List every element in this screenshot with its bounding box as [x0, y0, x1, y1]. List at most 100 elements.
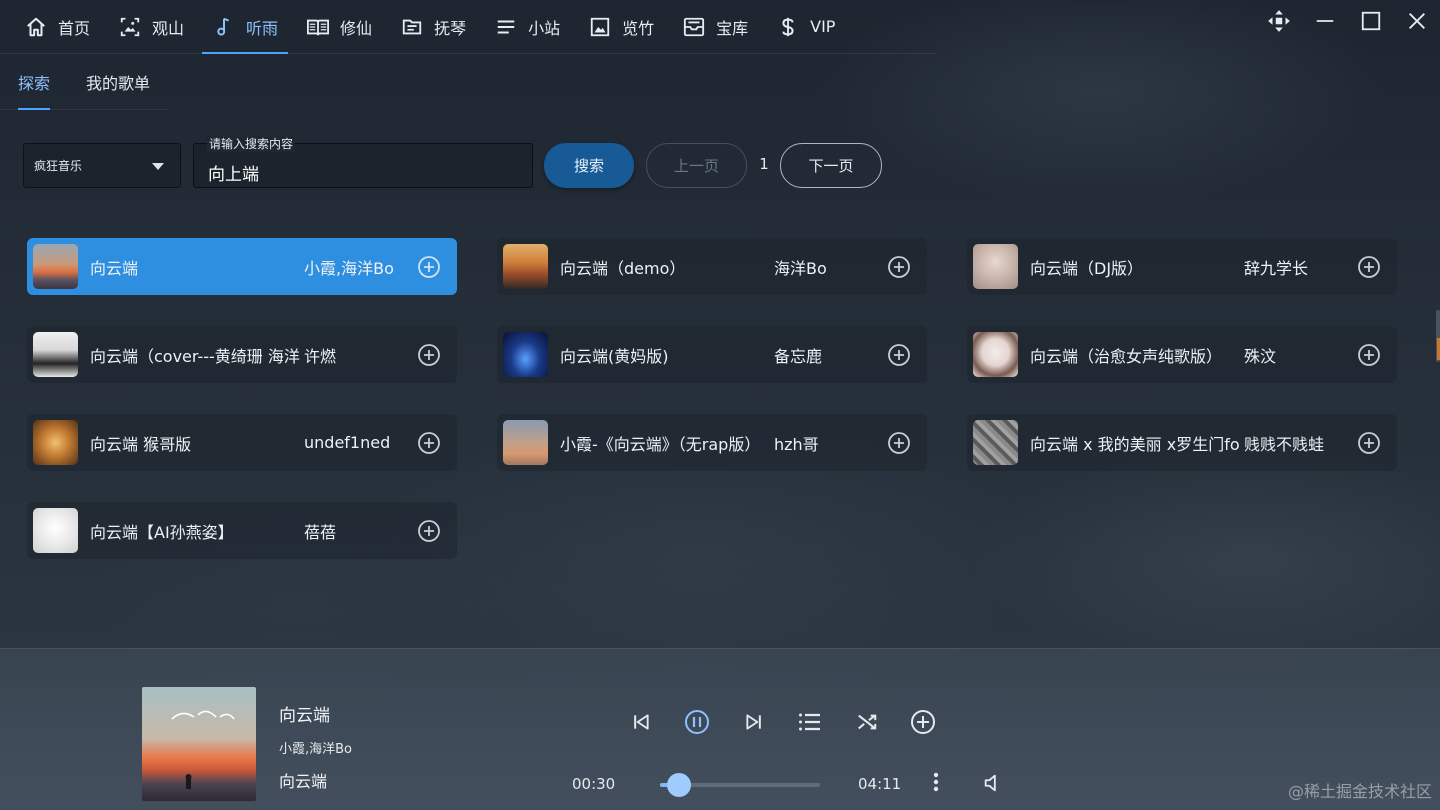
song-cover — [503, 244, 548, 289]
add-icon[interactable] — [417, 519, 441, 543]
maximize-button[interactable] — [1348, 0, 1394, 46]
song-title: 向云端(黄妈版) — [560, 346, 669, 366]
maximize-icon — [1360, 10, 1382, 36]
nav-item-bamboo[interactable]: 览竹 — [574, 0, 668, 54]
song-title: 向云端【AI孙燕姿】 — [90, 522, 234, 542]
tab-explore[interactable]: 探索 — [0, 54, 68, 110]
sub-tabs: 探索 我的歌单 — [0, 54, 168, 110]
song-card[interactable]: 向云端（demo） 海洋Bo — [497, 238, 927, 295]
song-card[interactable]: 向云端 猴哥版 undef1ned — [27, 414, 457, 471]
music-note-icon — [212, 15, 236, 39]
add-to-playlist-button[interactable] — [910, 710, 936, 737]
nav-item-cultivate[interactable]: 修仙 — [292, 0, 386, 54]
nav-item-mountain[interactable]: 观山 — [104, 0, 198, 54]
song-card[interactable]: 向云端（治愈女声纯歌版） 殊汶 — [967, 326, 1397, 383]
search-button[interactable]: 搜索 — [544, 143, 634, 188]
song-artist: 许燃 — [304, 346, 337, 366]
minimize-button[interactable] — [1302, 0, 1348, 46]
nav-item-station[interactable]: 小站 — [480, 0, 574, 54]
song-cover — [973, 332, 1018, 377]
playlist-button[interactable] — [797, 711, 823, 737]
song-card[interactable]: 向云端（DJ版） 辞九学长 — [967, 238, 1397, 295]
image-frame-icon — [118, 15, 142, 39]
more-button[interactable] — [926, 771, 946, 797]
close-button[interactable] — [1394, 0, 1440, 46]
move-button[interactable] — [1256, 0, 1302, 46]
song-title: 向云端 猴哥版 — [90, 434, 192, 454]
menu-lines-icon — [494, 15, 518, 39]
prev-page-button[interactable]: 上一页 — [646, 143, 747, 188]
source-select-value: 疯狂音乐 — [34, 159, 83, 173]
song-artist: 辞九学长 — [1244, 258, 1309, 278]
shuffle-icon — [856, 711, 878, 737]
song-artist: 小霞,海洋Bo — [304, 258, 394, 278]
caret-down-icon — [152, 163, 164, 170]
more-vertical-icon — [933, 772, 939, 796]
song-title: 向云端 x 我的美丽 x罗生门fo — [1030, 434, 1240, 454]
song-cover — [33, 332, 78, 377]
song-cover — [503, 420, 548, 465]
song-card[interactable]: 小霞-《向云端》（无rap版） hzh哥 — [497, 414, 927, 471]
skip-previous-icon — [631, 712, 651, 736]
document-icon — [400, 15, 424, 39]
tab-my-playlists[interactable]: 我的歌单 — [68, 54, 168, 110]
source-select[interactable]: 疯狂音乐 — [23, 143, 181, 188]
song-card[interactable]: 向云端(黄妈版) 备忘鹿 — [497, 326, 927, 383]
pause-button[interactable] — [684, 709, 710, 739]
nav-item-rain[interactable]: 听雨 — [198, 0, 292, 54]
shuffle-button[interactable] — [854, 711, 880, 737]
watermark: @稀土掘金技术社区 — [1287, 782, 1432, 801]
volume-button[interactable] — [982, 772, 1006, 796]
song-card[interactable]: 向云端（cover---黄绮珊 海洋 许燃 — [27, 326, 457, 383]
book-icon — [306, 15, 330, 39]
song-cover — [33, 508, 78, 553]
nav-item-qin[interactable]: 抚琴 — [386, 0, 480, 54]
inbox-icon — [682, 15, 706, 39]
next-page-button[interactable]: 下一页 — [780, 143, 882, 188]
progress-knob[interactable] — [667, 773, 692, 797]
next-track-button[interactable] — [741, 711, 767, 737]
add-icon[interactable] — [887, 431, 911, 455]
song-title: 向云端 — [90, 258, 139, 278]
add-icon[interactable] — [417, 343, 441, 367]
nav-item-label: 宝库 — [716, 18, 749, 38]
skip-next-icon — [744, 712, 764, 736]
previous-track-button[interactable] — [628, 711, 654, 737]
add-icon[interactable] — [887, 343, 911, 367]
progress-bar[interactable] — [660, 773, 820, 797]
nav-item-label: 抚琴 — [434, 18, 467, 38]
nav-item-label: 观山 — [152, 18, 185, 38]
add-icon[interactable] — [1357, 255, 1381, 279]
nav-item-label: VIP — [810, 17, 836, 36]
nav-item-treasury[interactable]: 宝库 — [668, 0, 762, 54]
pause-circle-icon — [684, 709, 710, 739]
add-icon[interactable] — [417, 431, 441, 455]
nav-item-vip[interactable]: VIP — [762, 0, 849, 54]
song-card[interactable]: 向云端 小霞,海洋Bo — [27, 238, 457, 295]
add-icon[interactable] — [1357, 431, 1381, 455]
search-input[interactable] — [208, 161, 518, 183]
nav-item-label: 修仙 — [340, 18, 373, 38]
song-cover — [973, 420, 1018, 465]
now-playing-artist: 小霞,海洋Bo — [279, 742, 353, 757]
song-artist: hzh哥 — [774, 434, 819, 454]
now-playing-title: 向云端 — [279, 706, 330, 726]
nav-item-label: 览竹 — [622, 18, 655, 38]
playlist-icon — [798, 711, 822, 737]
player-bar: 向云端 小霞,海洋Bo 向云端 00:30 04:11 @稀土掘金技术社区 — [0, 648, 1440, 810]
song-artist: 贱贱不贱蛙 — [1244, 434, 1325, 454]
nav-item-label: 首页 — [58, 18, 91, 38]
total-time: 04:11 — [858, 775, 902, 793]
song-title: 向云端（demo） — [560, 258, 686, 278]
speaker-icon — [982, 774, 1004, 798]
song-artist: 殊汶 — [1244, 346, 1277, 366]
song-card[interactable]: 向云端 x 我的美丽 x罗生门fo 贱贱不贱蛙 — [967, 414, 1397, 471]
add-icon[interactable] — [417, 255, 441, 279]
nav-item-label: 小站 — [528, 18, 561, 38]
add-icon[interactable] — [887, 255, 911, 279]
nav-item-home[interactable]: 首页 — [10, 0, 104, 54]
add-icon[interactable] — [1357, 343, 1381, 367]
song-card[interactable]: 向云端【AI孙燕姿】 蓓蓓 — [27, 502, 457, 559]
dollar-icon — [776, 15, 800, 39]
search-field[interactable]: 请输入搜索内容 — [193, 135, 533, 188]
